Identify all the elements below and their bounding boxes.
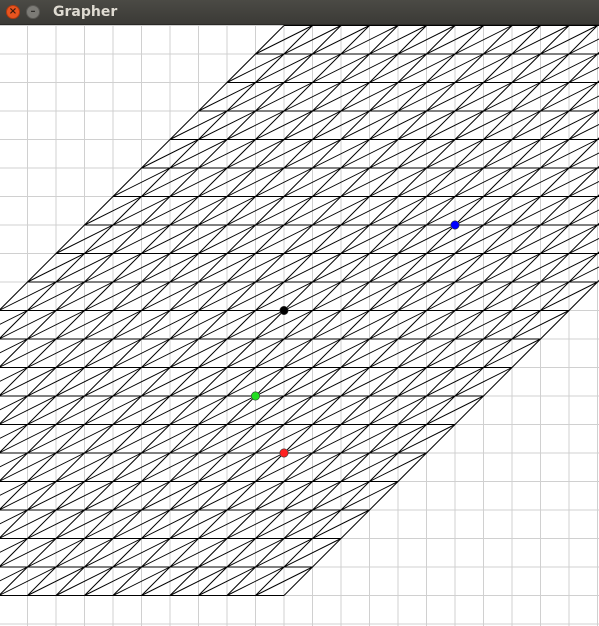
- window-title: Grapher: [53, 4, 118, 20]
- lattice-line-diagonal: [0, 166, 599, 468]
- grapher-window: × – Grapher: [0, 0, 599, 626]
- point-blue[interactable]: [450, 220, 460, 230]
- lattice-line-diagonal: [0, 223, 599, 525]
- lattice-line-diagonal: [0, 81, 599, 382]
- close-icon[interactable]: ×: [6, 5, 20, 19]
- graph-svg[interactable]: [0, 25, 599, 626]
- title-bar[interactable]: × – Grapher: [0, 0, 599, 25]
- point-green[interactable]: [251, 391, 261, 401]
- minimize-icon[interactable]: –: [26, 5, 40, 19]
- graph-canvas[interactable]: [0, 25, 599, 626]
- point-red[interactable]: [279, 448, 289, 458]
- lattice-line-diagonal: [0, 252, 599, 553]
- lattice-line-diagonal: [0, 138, 599, 439]
- point-origin[interactable]: [279, 305, 289, 315]
